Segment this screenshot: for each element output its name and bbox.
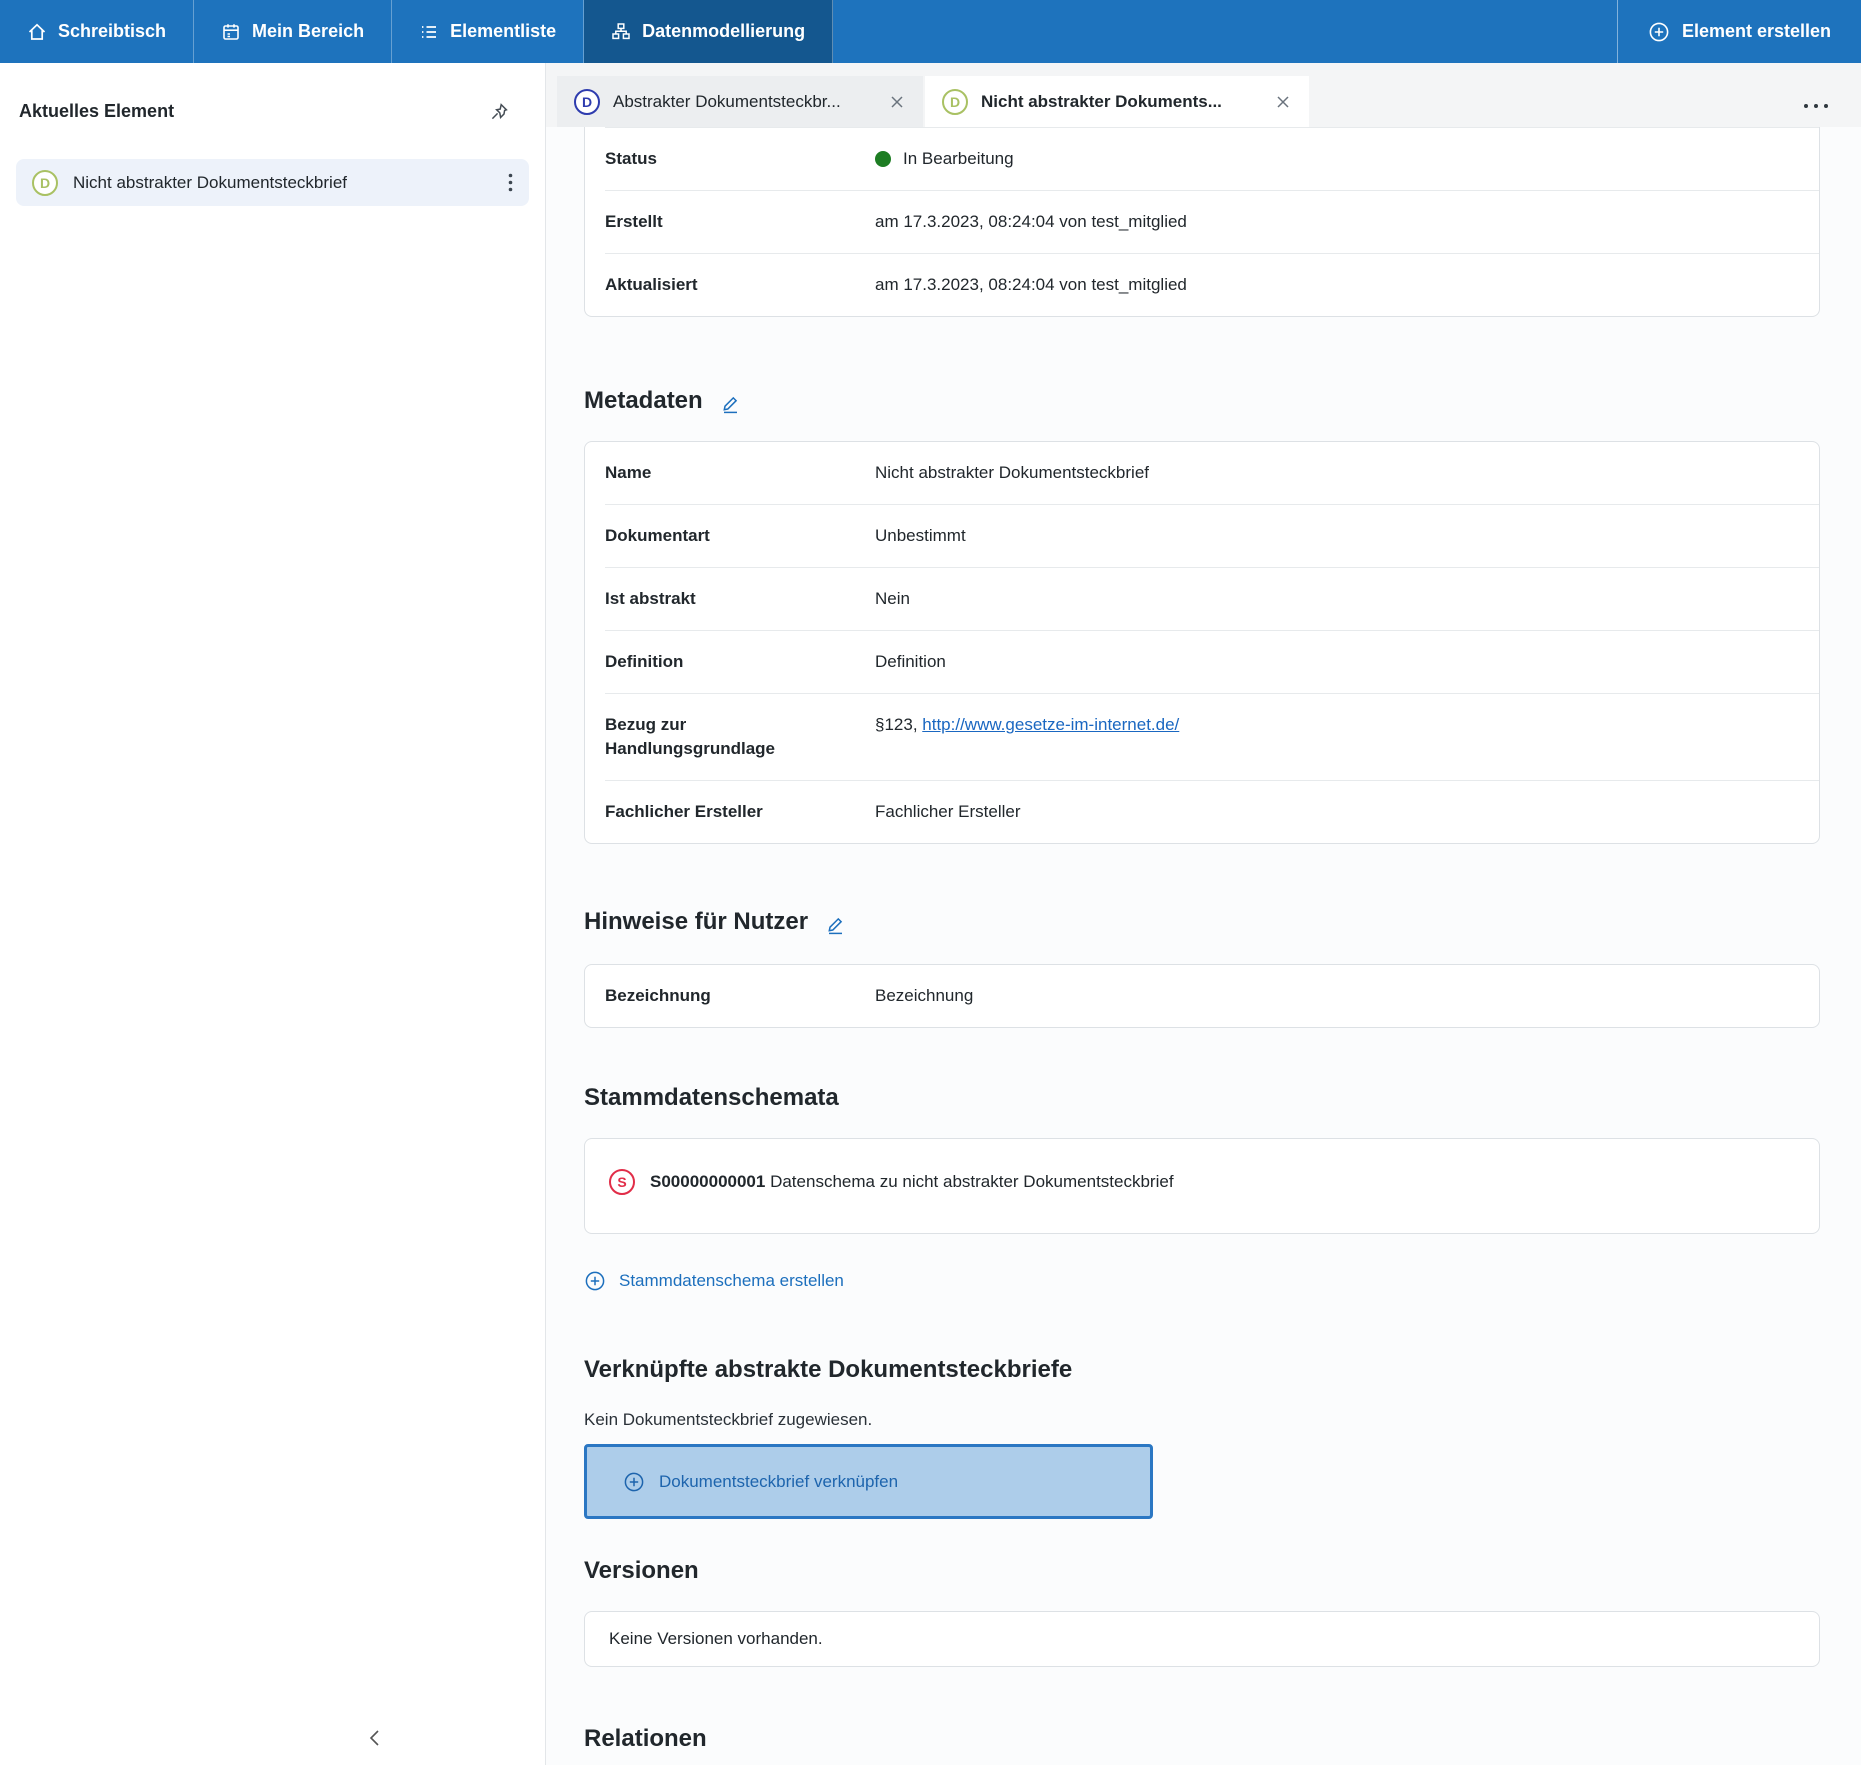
table-row: Status In Bearbeitung <box>585 128 1819 190</box>
row-label: Fachlicher Ersteller <box>605 800 875 824</box>
plus-circle-icon <box>1648 21 1670 43</box>
nav-item-label: Datenmodellierung <box>642 21 805 42</box>
home-icon <box>27 22 47 42</box>
table-row: Ist abstrakt Nein <box>585 568 1819 630</box>
tab-content-panel: Status In Bearbeitung Erstellt am 17.3.2… <box>546 127 1861 1765</box>
row-value: am 17.3.2023, 08:24:04 von test_mitglied <box>875 273 1799 297</box>
nav-item-label: Elementliste <box>450 21 556 42</box>
sitemap-icon <box>611 22 631 42</box>
section-title-metadata: Metadaten <box>584 387 703 415</box>
row-value: Fachlicher Ersteller <box>875 800 1799 824</box>
row-label: Aktualisiert <box>605 273 875 297</box>
nav-item-label: Mein Bereich <box>252 21 364 42</box>
table-row: Dokumentart Unbestimmt <box>585 505 1819 567</box>
row-label: Erstellt <box>605 210 875 234</box>
table-row: Erstellt am 17.3.2023, 08:24:04 von test… <box>585 191 1819 253</box>
document-type-icon: D <box>942 89 968 115</box>
schema-id: S00000000001 <box>650 1172 765 1191</box>
row-label: Bezeichnung <box>605 984 875 1008</box>
nav-right-group: Element erstellen <box>1617 0 1861 63</box>
tab-label: Nicht abstrakter Dokuments... <box>981 92 1222 112</box>
table-row: Definition Definition <box>585 631 1819 693</box>
law-reference-link[interactable]: http://www.gesetze-im-internet.de/ <box>922 715 1179 734</box>
status-table: Status In Bearbeitung Erstellt am 17.3.2… <box>584 127 1820 317</box>
edit-pencil-icon[interactable] <box>720 393 741 414</box>
nav-item-label: Schreibtisch <box>58 21 166 42</box>
edit-pencil-icon[interactable] <box>825 914 846 935</box>
tab-bar: D Abstrakter Dokumentsteckbr... D Nicht … <box>546 63 1861 127</box>
row-value: Definition <box>875 650 1799 674</box>
create-element-label: Element erstellen <box>1682 21 1831 42</box>
metadata-table: Name Nicht abstrakter Dokumentsteckbrief… <box>584 441 1820 844</box>
versions-empty-box: Keine Versionen vorhanden. <box>584 1611 1820 1667</box>
nav-item-schreibtisch[interactable]: Schreibtisch <box>0 0 194 63</box>
schema-list-box: S S00000000001 Datenschema zu nicht abst… <box>584 1138 1820 1234</box>
schema-text: S00000000001 Datenschema zu nicht abstra… <box>650 1172 1174 1192</box>
close-icon[interactable] <box>1273 92 1293 112</box>
link-document-button-label: Dokumentsteckbrief verknüpfen <box>659 1472 898 1492</box>
close-icon[interactable] <box>887 92 907 112</box>
row-label: Definition <box>605 650 875 674</box>
kebab-menu-icon[interactable] <box>504 169 517 196</box>
row-label: Name <box>605 461 875 485</box>
table-row: Fachlicher Ersteller Fachlicher Erstelle… <box>585 781 1819 843</box>
nav-item-elementliste[interactable]: Elementliste <box>392 0 584 63</box>
sidebar-item-label: Nicht abstrakter Dokumentsteckbrief <box>73 173 347 193</box>
row-value: Nein <box>875 587 1799 611</box>
row-value: Bezeichnung <box>875 984 1799 1008</box>
row-label: Dokumentart <box>605 524 875 548</box>
document-type-icon: D <box>32 170 58 196</box>
row-label: Ist abstrakt <box>605 587 875 611</box>
tab-overflow-menu-icon[interactable] <box>1803 103 1829 109</box>
plus-circle-icon <box>623 1471 645 1493</box>
sidebar-current-element: Aktuelles Element D Nicht abstrakter Dok… <box>0 63 546 1765</box>
row-value: Nicht abstrakter Dokumentsteckbrief <box>875 461 1799 485</box>
plus-circle-icon <box>584 1270 606 1292</box>
link-document-button-highlighted[interactable]: Dokumentsteckbrief verknüpfen <box>584 1444 1153 1519</box>
create-schema-label: Stammdatenschema erstellen <box>619 1271 844 1291</box>
status-value: In Bearbeitung <box>903 147 1014 171</box>
main-area: D Abstrakter Dokumentsteckbr... D Nicht … <box>546 63 1861 1765</box>
row-label: Status <box>605 147 875 171</box>
calendar-icon <box>221 22 241 42</box>
section-title-versions: Versionen <box>584 1557 699 1585</box>
table-row: Name Nicht abstrakter Dokumentsteckbrief <box>585 442 1819 504</box>
pin-icon[interactable] <box>489 102 509 122</box>
row-value: am 17.3.2023, 08:24:04 von test_mitglied <box>875 210 1799 234</box>
nav-item-datenmodellierung[interactable]: Datenmodellierung <box>584 0 833 63</box>
tab-abstract-document[interactable]: D Abstrakter Dokumentsteckbr... <box>557 76 923 127</box>
user-hints-table: Bezeichnung Bezeichnung <box>584 964 1820 1028</box>
sidebar-item-current-document[interactable]: D Nicht abstrakter Dokumentsteckbrief <box>16 159 529 206</box>
table-row: Bezug zur Handlungsgrundlage §123, http:… <box>585 694 1819 780</box>
versions-empty-text: Keine Versionen vorhanden. <box>609 1629 823 1648</box>
law-reference-text: §123, <box>875 715 922 734</box>
top-navigation: Schreibtisch Mein Bereich Elementliste D… <box>0 0 1861 63</box>
section-title-master-data-schemas: Stammdatenschemata <box>584 1084 839 1112</box>
section-title-linked-abstract-documents: Verknüpfte abstrakte Dokumentsteckbriefe <box>584 1356 1072 1384</box>
create-schema-link[interactable]: Stammdatenschema erstellen <box>584 1270 844 1292</box>
create-element-button[interactable]: Element erstellen <box>1618 0 1861 63</box>
row-value: Unbestimmt <box>875 524 1799 548</box>
document-type-icon: D <box>574 89 600 115</box>
nav-item-mein-bereich[interactable]: Mein Bereich <box>194 0 392 63</box>
tab-non-abstract-document[interactable]: D Nicht abstrakter Dokuments... <box>925 76 1309 127</box>
schema-name: Datenschema zu nicht abstrakter Dokument… <box>770 1172 1173 1191</box>
sidebar-collapse-chevron-icon[interactable] <box>368 1729 380 1747</box>
list-icon <box>419 22 439 42</box>
status-dot-green <box>875 151 891 167</box>
sidebar-heading: Aktuelles Element <box>19 101 174 122</box>
linked-docs-empty-text: Kein Dokumentsteckbrief zugewiesen. <box>584 1410 1820 1430</box>
schema-list-item[interactable]: S S00000000001 Datenschema zu nicht abst… <box>609 1169 1795 1195</box>
table-row: Aktualisiert am 17.3.2023, 08:24:04 von … <box>585 254 1819 316</box>
row-value: §123, http://www.gesetze-im-internet.de/ <box>875 713 1799 761</box>
section-title-user-hints: Hinweise für Nutzer <box>584 908 808 936</box>
section-title-relations: Relationen <box>584 1725 707 1753</box>
row-label: Bezug zur Handlungsgrundlage <box>605 713 875 761</box>
table-row: Bezeichnung Bezeichnung <box>585 965 1819 1027</box>
schema-type-icon: S <box>609 1169 635 1195</box>
tab-label: Abstrakter Dokumentsteckbr... <box>613 92 841 112</box>
